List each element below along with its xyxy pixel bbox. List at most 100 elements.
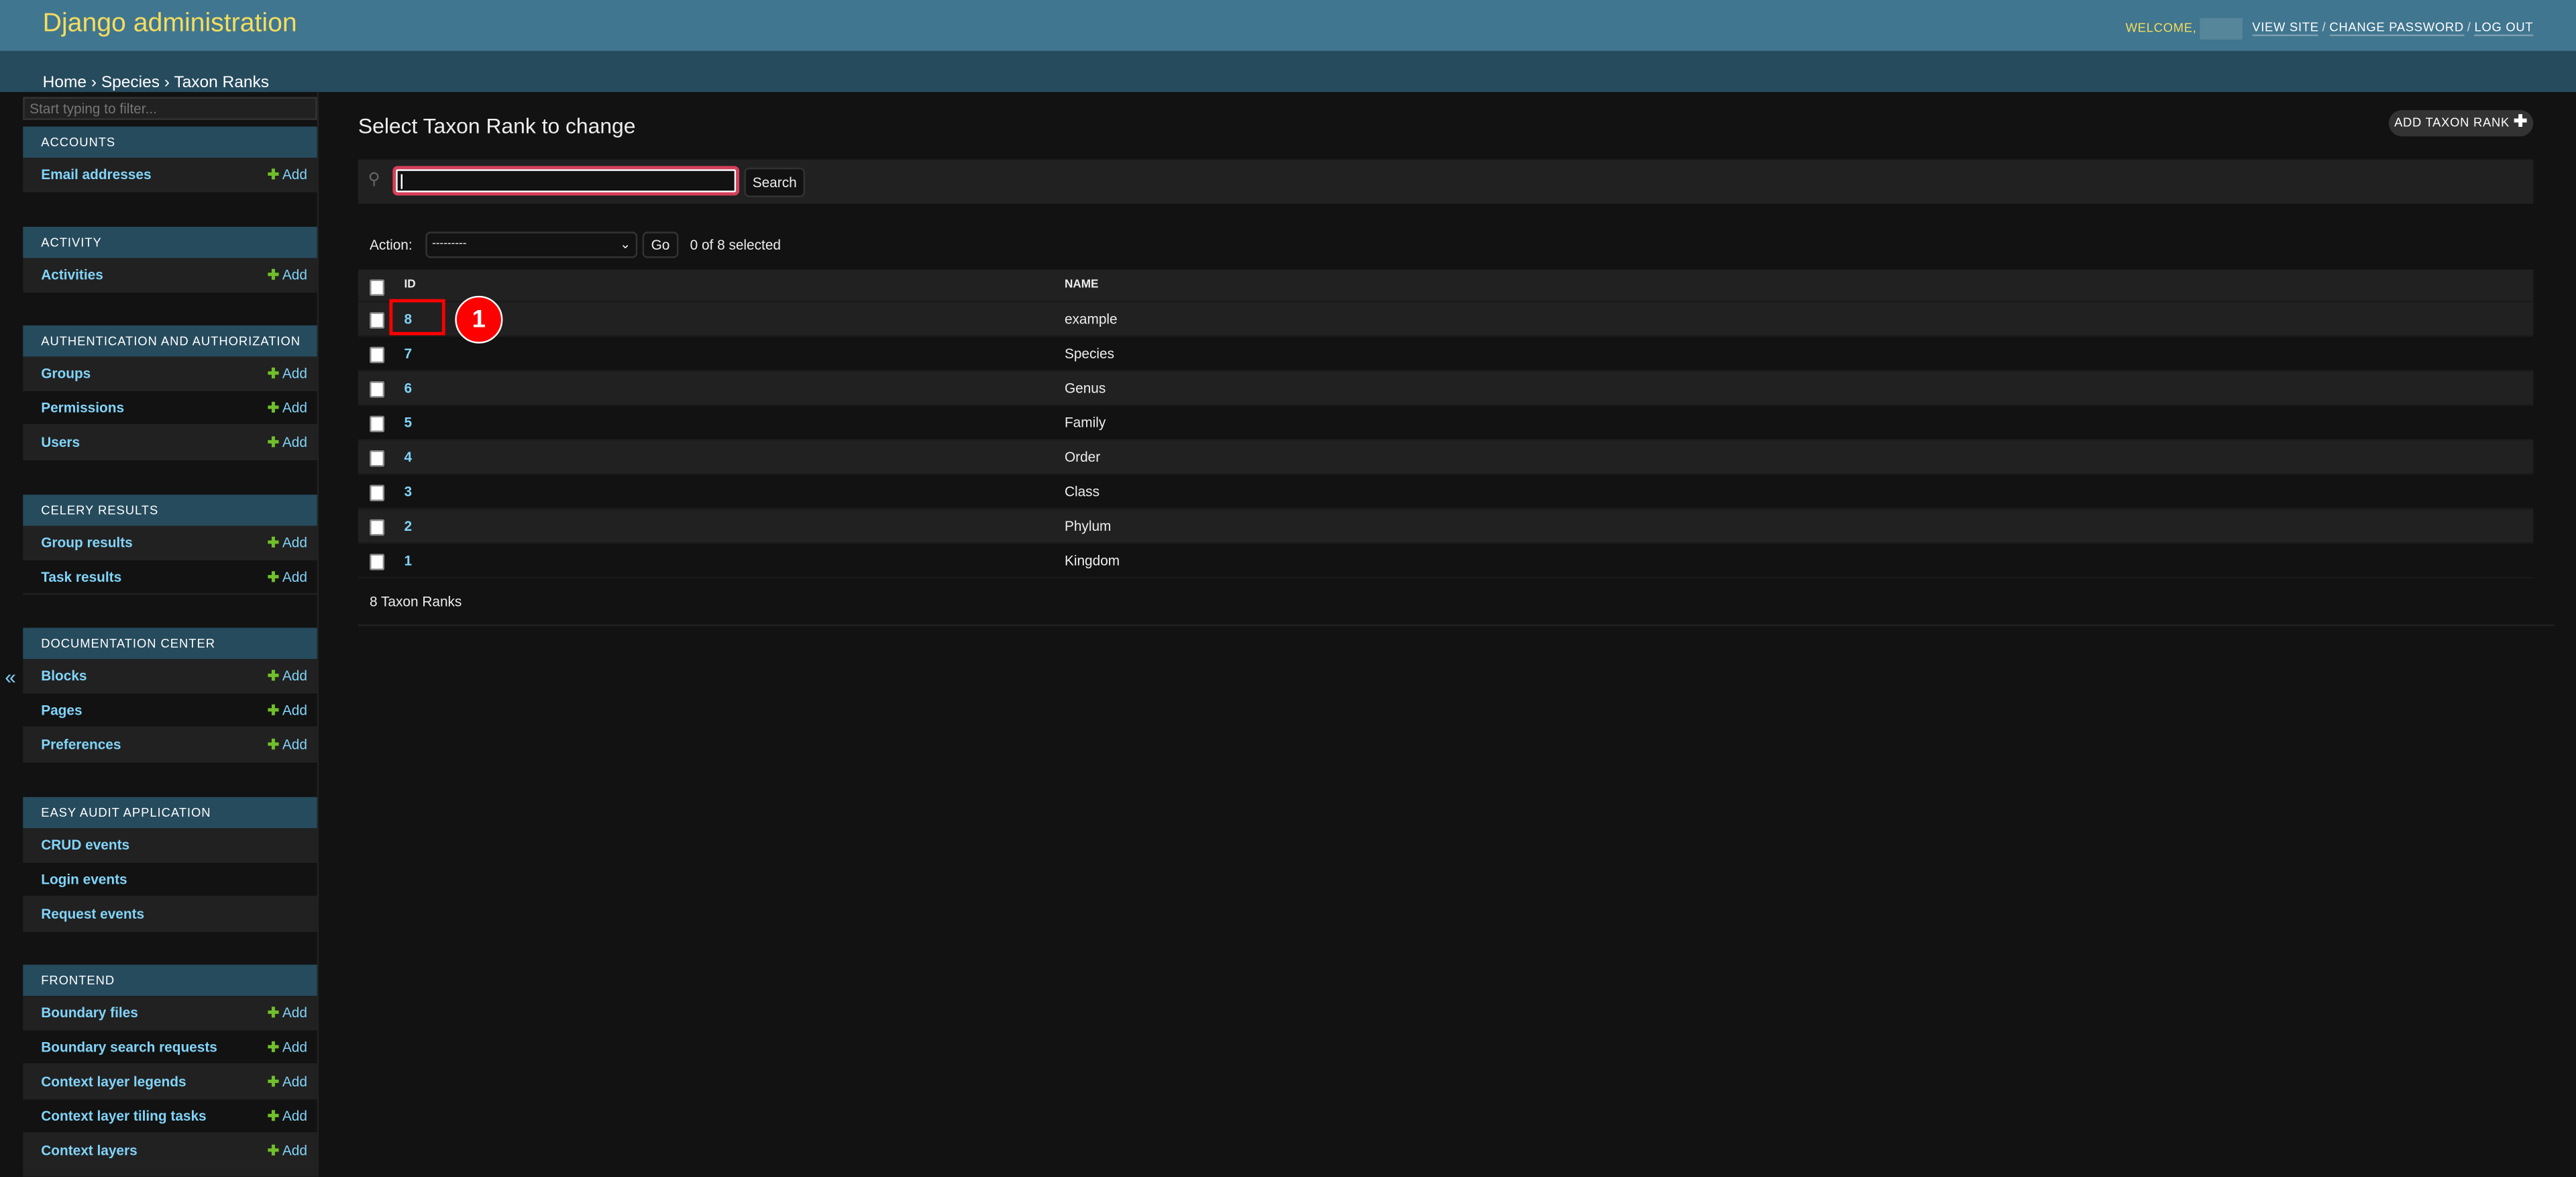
sidebar-section-title[interactable]: ACCOUNTS [23, 126, 317, 158]
sidebar-item-link[interactable]: CRUD events [41, 835, 129, 852]
sidebar-filter-input[interactable] [23, 97, 317, 120]
sidebar-add-link[interactable]: ✚ Add [268, 391, 307, 425]
breadcrumb: Home › Species › Taxon Ranks [0, 50, 2576, 93]
page-title: Select Taxon Rank to change [358, 113, 636, 138]
view-site-link[interactable]: VIEW SITE [2252, 21, 2319, 38]
add-taxon-rank-button[interactable]: ADD TAXON RANK ✚ [2388, 110, 2534, 137]
sidebar-item-link[interactable]: Permissions [41, 399, 124, 415]
select-all-checkbox[interactable] [370, 279, 385, 296]
add-label: Add [282, 1142, 307, 1159]
sidebar-item: Users ✚ Add [23, 425, 317, 460]
sidebar-add-link[interactable]: ✚ Add [268, 1099, 307, 1133]
sidebar-item-link[interactable]: Task results [41, 568, 121, 584]
sidebar-add-link[interactable]: ✚ Add [268, 1134, 307, 1168]
sidebar-item [23, 1168, 317, 1177]
sidebar-item-link[interactable]: Boundary search requests [41, 1039, 217, 1055]
sidebar-item-link[interactable]: Pages [41, 702, 82, 718]
table-row: 4 Order [358, 440, 2534, 475]
action-select[interactable]: --------- ⌄ [425, 232, 638, 258]
sidebar-item-link[interactable]: Context layers [41, 1142, 137, 1158]
row-checkbox[interactable] [370, 450, 385, 467]
sidebar-item: Group results ✚ Add [23, 525, 317, 560]
sidebar-add-link[interactable]: ✚ Add [268, 1031, 307, 1065]
sidebar-add-link[interactable]: ✚ Add [268, 996, 307, 1030]
row-checkbox[interactable] [370, 312, 385, 329]
sidebar-section-title[interactable]: FRONTEND [23, 964, 317, 996]
collapse-sidebar-icon[interactable]: « [5, 666, 15, 688]
row-id-link[interactable]: 2 [404, 509, 412, 544]
row-checkbox[interactable] [370, 381, 385, 398]
row-id-link[interactable]: 7 [404, 337, 412, 371]
search-button[interactable]: Search [744, 167, 806, 197]
sidebar-add-link[interactable]: ✚ Add [268, 525, 307, 559]
row-name: Genus [1064, 379, 1106, 397]
sidebar-item-link[interactable]: Request events [41, 905, 144, 921]
sidebar-item-link[interactable]: Preferences [41, 736, 121, 752]
row-id-link[interactable]: 6 [404, 371, 412, 405]
row-id-link[interactable]: 1 [404, 544, 412, 578]
sidebar-section-title[interactable]: EASY AUDIT APPLICATION [23, 796, 317, 828]
column-id[interactable]: ID [404, 270, 415, 303]
column-name[interactable]: NAME [1065, 270, 1099, 303]
row-checkbox[interactable] [370, 346, 385, 364]
add-label: Add [282, 533, 307, 550]
sidebar-item-link[interactable]: Activities [41, 266, 103, 282]
sidebar-section: DOCUMENTATION CENTER Blocks ✚ Add Pages ✚ Add P… [23, 627, 317, 763]
search-bar: ⚲ Search [358, 159, 2534, 204]
plus-icon: ✚ [267, 667, 280, 684]
actions-bar: Action: --------- ⌄ Go 0 of 8 selected [358, 232, 1344, 258]
sidebar-item-link[interactable]: Users [41, 434, 80, 450]
sidebar-item-link[interactable]: Group results [41, 533, 132, 550]
sidebar-section-title[interactable]: AUTHENTICATION AND AUTHORIZATION [23, 325, 317, 357]
sidebar-item-link[interactable]: Groups [41, 365, 91, 381]
change-password-link[interactable]: CHANGE PASSWORD [2329, 21, 2464, 38]
row-checkbox[interactable] [370, 415, 385, 433]
add-label: Add [282, 1004, 307, 1021]
table-header: ID NAME [358, 269, 2534, 303]
sidebar-item-link[interactable]: Context layer tiling tasks [41, 1108, 206, 1124]
sidebar-item: Context layers ✚ Add [23, 1133, 317, 1169]
sidebar-add-link[interactable]: ✚ Add [268, 356, 307, 391]
sidebar-section: ACCOUNTS Email addresses ✚ Add [23, 126, 317, 193]
sidebar-item: Permissions ✚ Add [23, 391, 317, 426]
row-id-link[interactable]: 4 [404, 440, 412, 474]
breadcrumb-sep: › [164, 74, 170, 93]
row-checkbox[interactable] [370, 519, 385, 536]
table-row: 3 Class [358, 474, 2534, 510]
sidebar-add-link[interactable]: ✚ Add [268, 1065, 307, 1099]
plus-icon: ✚ [267, 1142, 280, 1159]
row-checkbox[interactable] [370, 484, 385, 501]
search-input[interactable] [392, 166, 740, 196]
site-brand[interactable]: Django administration [43, 10, 297, 40]
user-tools: WELCOME, VIEW SITE / CHANGE PASSWORD / LOG O… [2126, 17, 2534, 40]
go-button[interactable]: Go [642, 232, 679, 258]
sidebar-section: FRONTEND Boundary files ✚ Add Boundary searc… [23, 964, 317, 1169]
sidebar-section-title[interactable]: DOCUMENTATION CENTER [23, 627, 317, 660]
add-button-label: ADD TAXON RANK [2394, 115, 2510, 130]
sidebar-add-link[interactable]: ✚ Add [268, 728, 307, 762]
sidebar-add-link[interactable]: ✚ Add [268, 425, 307, 460]
row-id-link[interactable]: 3 [404, 475, 412, 509]
sidebar-add-link[interactable]: ✚ Add [268, 659, 307, 693]
sidebar-item-link[interactable]: Email addresses [41, 166, 151, 182]
sidebar-item-link[interactable]: Boundary files [41, 1004, 138, 1020]
sidebar-add-link[interactable]: ✚ Add [268, 693, 307, 727]
sidebar-add-link[interactable]: ✚ Add [268, 257, 307, 291]
add-label: Add [282, 667, 307, 684]
log-out-link[interactable]: LOG OUT [2474, 21, 2534, 38]
row-id-link[interactable]: 5 [404, 406, 412, 440]
sidebar-section-title[interactable]: CELERY RESULTS [23, 493, 317, 525]
sidebar-add-link[interactable]: ✚ Add [268, 158, 307, 192]
breadcrumb-home[interactable]: Home [43, 74, 87, 92]
results-table: ID NAME 8 example 7 Species 6 Genus 5 Family 4 Or… [358, 269, 2534, 579]
sidebar-section-title[interactable]: ACTIVITY [23, 225, 317, 258]
row-checkbox[interactable] [370, 554, 385, 570]
sidebar-item-link[interactable]: Blocks [41, 667, 87, 683]
sidebar-add-link[interactable]: ✚ Add [268, 560, 307, 594]
breadcrumb-species[interactable]: Species [101, 74, 160, 92]
sidebar-item-link[interactable]: Login events [41, 870, 127, 886]
add-label: Add [282, 701, 307, 719]
row-name: Family [1064, 414, 1106, 431]
sidebar-item-link[interactable]: Context layer legends [41, 1073, 186, 1089]
sidebar-item: Request events [23, 896, 317, 931]
